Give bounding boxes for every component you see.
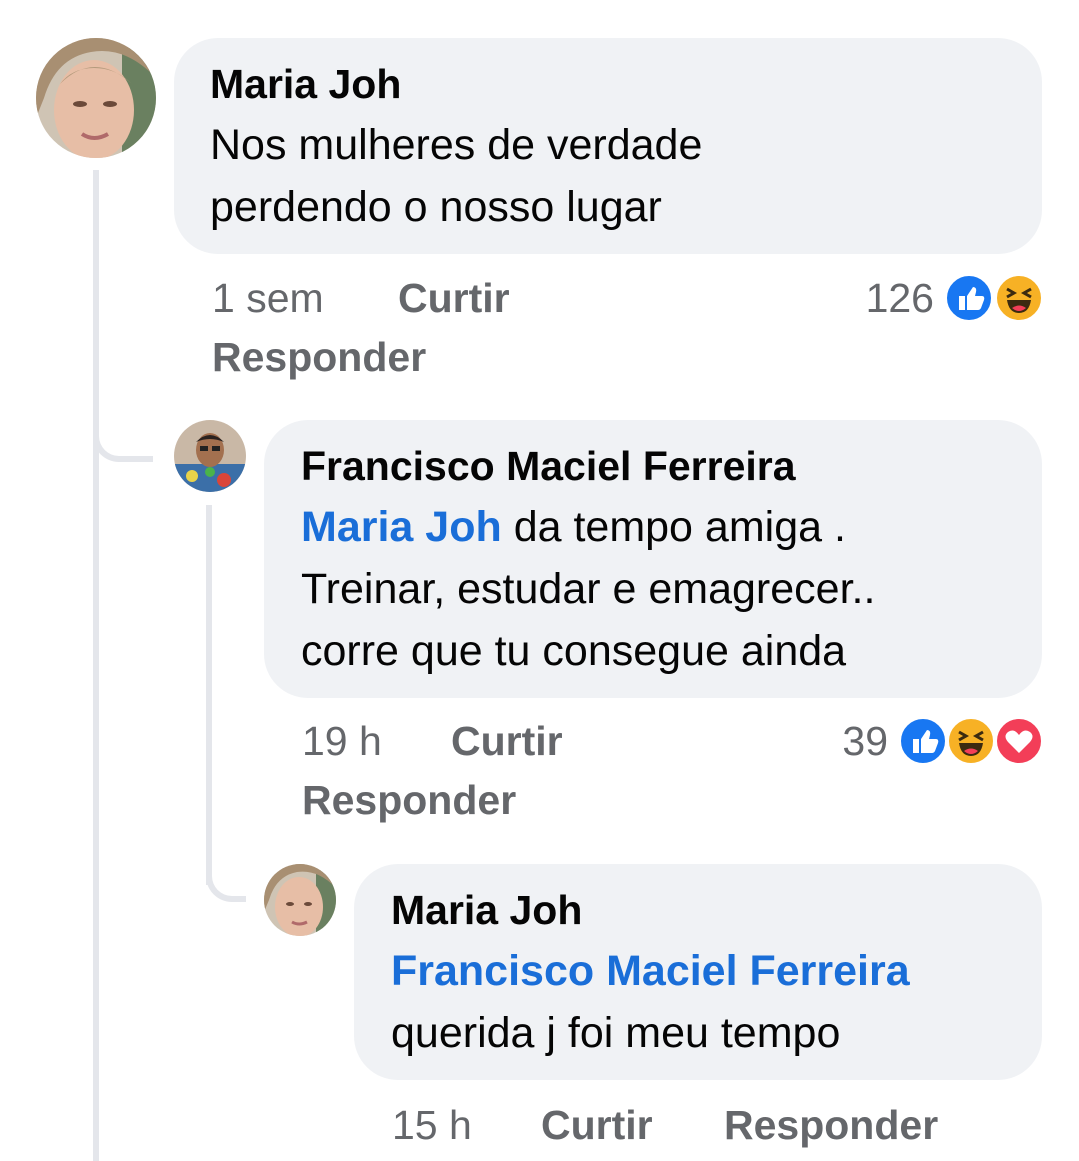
avatar-photo <box>174 420 246 492</box>
thread-line-main <box>93 170 99 1161</box>
comment-text-line: perdendo o nosso lugar <box>210 183 662 231</box>
like-button[interactable]: Curtir <box>541 1101 653 1149</box>
avatar-photo <box>264 864 336 936</box>
reply-button[interactable]: Responder <box>302 776 516 824</box>
mention-link[interactable]: Francisco Maciel Ferreira <box>391 940 910 1002</box>
thread-connector-2 <box>206 870 246 902</box>
comment-text-line: querida j foi meu tempo <box>391 1009 841 1057</box>
like-button[interactable]: Curtir <box>398 274 510 322</box>
comment-timestamp[interactable]: 15 h <box>392 1101 472 1149</box>
avatar[interactable] <box>36 38 156 158</box>
thread-line-reply <box>206 505 212 885</box>
comment-timestamp[interactable]: 19 h <box>302 717 382 765</box>
reply-button[interactable]: Responder <box>724 1101 938 1149</box>
comment-text-line: Nos mulheres de verdade <box>210 121 703 169</box>
haha-reaction-icon <box>994 273 1044 323</box>
comment-author[interactable]: Francisco Maciel Ferreira <box>301 442 796 490</box>
avatar[interactable] <box>174 420 246 492</box>
reply-button[interactable]: Responder <box>212 333 426 381</box>
haha-reaction-icon <box>946 716 996 766</box>
comment-text: da tempo amiga . <box>513 503 846 551</box>
comment-text-line: Maria Joh da tempo amiga . <box>301 496 846 558</box>
like-reaction-icon <box>944 273 994 323</box>
love-reaction-icon <box>994 716 1044 766</box>
comment-author[interactable]: Maria Joh <box>210 60 401 108</box>
mention-link[interactable]: Maria Joh <box>301 503 502 551</box>
thread-connector-1 <box>93 430 153 462</box>
reaction-count[interactable]: 39 <box>800 717 888 765</box>
like-button[interactable]: Curtir <box>451 717 563 765</box>
avatar[interactable] <box>264 864 336 936</box>
avatar-photo <box>36 38 156 158</box>
comment-text-line: Treinar, estudar e emagrecer.. <box>301 565 876 613</box>
like-reaction-icon <box>898 716 948 766</box>
comment-timestamp[interactable]: 1 sem <box>212 274 324 322</box>
comment-author[interactable]: Maria Joh <box>391 886 582 934</box>
comment-text-line: corre que tu consegue ainda <box>301 627 847 675</box>
reaction-count[interactable]: 126 <box>840 274 934 322</box>
